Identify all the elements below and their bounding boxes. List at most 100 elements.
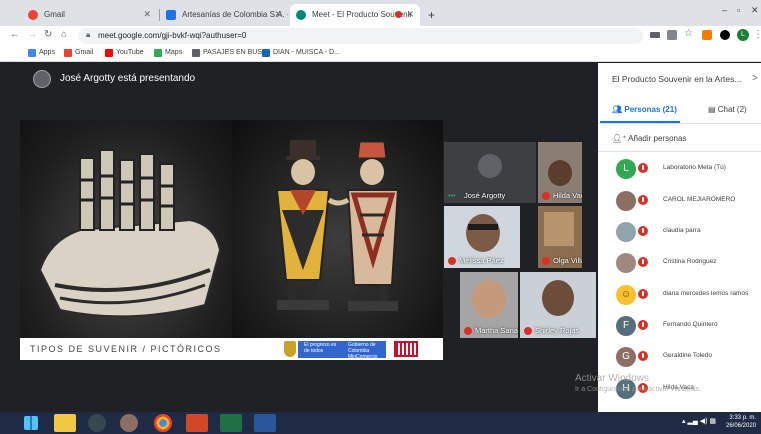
bookmark-pasajes[interactable]: PASAJES EN BUS — [192, 49, 262, 57]
forward-icon[interactable]: → — [27, 29, 37, 40]
gov-logo-text: El progreso es de todos — [304, 342, 337, 354]
bookmark-dian[interactable]: DIAN - MUISCA - D... — [262, 49, 340, 57]
speaking-dots-icon: ••• — [448, 193, 456, 200]
close-icon[interactable]: ✕ — [274, 9, 282, 20]
bookmark-maps[interactable]: Maps — [154, 49, 183, 57]
avatar — [616, 191, 636, 211]
taskbar-clock[interactable]: 3:33 p. m. 26/06/2020 — [726, 414, 756, 430]
muted-mic-icon — [542, 192, 550, 200]
windows-start-icon[interactable] — [24, 416, 38, 430]
avatar — [544, 212, 574, 246]
close-icon[interactable]: ✕ — [406, 9, 414, 20]
slide-caption: TIPOS DE SUVENIR / PICTÓRICOS — [30, 344, 222, 354]
paint-icon[interactable] — [120, 414, 138, 432]
add-people-label: Añadir personas — [628, 134, 687, 143]
word-icon[interactable] — [254, 414, 276, 432]
close-icon[interactable]: ✕ — [143, 9, 151, 20]
lock-icon[interactable]: 🔒︎ — [86, 30, 90, 40]
tab-artesanias[interactable]: Artesanías de Colombia S.A. - Co ✕ — [160, 4, 288, 26]
muted-mic-icon — [638, 226, 648, 236]
new-tab-button[interactable]: + — [428, 8, 435, 22]
maximize-icon[interactable]: ▫ — [737, 5, 740, 15]
list-item[interactable]: CAROL MEJIAROMERO — [612, 190, 761, 212]
participant-tile[interactable]: Martha Sanab... — [460, 272, 518, 338]
add-people-button[interactable]: 👤︎⁺ Añadir personas — [612, 134, 686, 143]
muted-mic-icon — [638, 163, 648, 173]
file-explorer-icon[interactable] — [54, 414, 76, 432]
figures-sculpture-image — [275, 140, 400, 311]
divider — [598, 123, 761, 124]
panel-collapse-icon[interactable]: > — [752, 73, 758, 84]
list-item[interactable]: claudia parra — [612, 221, 761, 243]
tab-people[interactable]: 👥︎ Personas (21) — [612, 105, 677, 114]
back-icon[interactable]: ← — [10, 29, 20, 40]
participant-tile[interactable]: Olga Villabona — [538, 206, 582, 268]
bookmark-apps[interactable]: Apps — [28, 49, 55, 57]
presenter-avatar — [33, 70, 51, 88]
apps-grid-icon — [28, 49, 36, 57]
close-window-icon[interactable]: ✕ — [751, 5, 759, 16]
participant-name: Shirley Rojas — [535, 326, 580, 335]
extensions-puzzle-icon[interactable] — [720, 30, 730, 40]
bookmark-label: Maps — [165, 49, 183, 56]
profile-avatar[interactable]: L — [737, 29, 749, 41]
system-tray[interactable]: ▴ ▂▄ ◀) ▦ — [682, 417, 716, 425]
person-name: Fernando Quintero — [663, 321, 718, 328]
bookmark-gmail[interactable]: Gmail — [64, 49, 94, 57]
divider — [598, 151, 761, 152]
smiley-avatar-icon: ☺ — [616, 285, 636, 305]
excel-icon[interactable] — [220, 414, 242, 432]
media-player-icon[interactable] — [88, 414, 106, 432]
gmail-icon — [64, 49, 72, 57]
participant-tile[interactable]: Melissa Páez — [444, 206, 520, 268]
avatar: F — [616, 316, 636, 336]
home-icon[interactable]: ⌂ — [61, 29, 67, 40]
avatar — [616, 253, 636, 273]
bookmark-label: Gmail — [75, 49, 94, 56]
translate-icon[interactable] — [667, 30, 677, 40]
minimize-icon[interactable]: – — [722, 5, 727, 15]
bookmark-star-icon[interactable]: ☆ — [684, 28, 693, 39]
avatar — [616, 222, 636, 242]
url-text: meet.google.com/gji-bvkf-wqi?authuser=0 — [98, 31, 247, 40]
muted-mic-icon — [638, 289, 648, 299]
list-item[interactable]: F Fernando Quintero — [612, 315, 761, 337]
participant-tile[interactable]: ••• José Argotty — [444, 142, 536, 203]
tab-chat[interactable]: ▤ Chat (2) — [708, 105, 747, 114]
bookmark-youtube[interactable]: YouTube — [105, 49, 144, 57]
clock-time: 3:33 p. m. — [729, 415, 757, 421]
add-person-icon: 👤︎⁺ — [612, 134, 629, 143]
bookmark-label: DIAN - MUISCA - D... — [273, 49, 340, 56]
gmail-favicon-icon — [28, 10, 38, 20]
chat-icon: ▤ — [708, 105, 718, 114]
extension-icon[interactable] — [702, 30, 712, 40]
list-item[interactable]: L Laboratorio Meta (Tú) — [612, 158, 761, 180]
list-item[interactable]: Cristina Rodriguez — [612, 252, 761, 274]
tab-gmail[interactable]: Gmail ✕ — [22, 4, 157, 26]
reload-icon[interactable]: ↻ — [44, 29, 52, 40]
participant-tile[interactable]: Shirley Rojas — [520, 272, 596, 338]
tab-meet[interactable]: Meet - El Producto Souvenir ✕ — [290, 4, 420, 26]
glasses — [468, 224, 498, 230]
participant-name: José Argotty — [464, 191, 506, 200]
avatar — [472, 280, 506, 318]
taskbar — [0, 412, 761, 434]
person-name: Cristina Rodriguez — [663, 258, 717, 265]
muted-mic-icon — [524, 327, 532, 335]
tab-label: Personas (21) — [624, 105, 677, 114]
artesanias-logo — [394, 341, 418, 357]
participant-name: Hilda Vaca — [553, 191, 582, 200]
chrome-icon[interactable] — [154, 414, 172, 432]
participant-name: Olga Villabona — [553, 256, 582, 265]
camera-icon[interactable] — [650, 32, 660, 38]
list-item[interactable]: ☺ diana mercedes lemos ramos — [612, 284, 761, 306]
list-item[interactable]: G Geraldine Toledo — [612, 346, 761, 368]
participant-name: Martha Sanab... — [475, 326, 518, 335]
tab-label: Artesanías de Colombia S.A. - Co — [182, 10, 288, 19]
people-icon: 👥︎ — [612, 105, 625, 114]
avatar: G — [616, 347, 636, 367]
participant-tile[interactable]: Hilda Vaca — [538, 142, 582, 203]
menu-dots-icon[interactable]: ⋮ — [753, 29, 761, 40]
muted-mic-icon — [638, 320, 648, 330]
powerpoint-icon[interactable] — [186, 414, 208, 432]
